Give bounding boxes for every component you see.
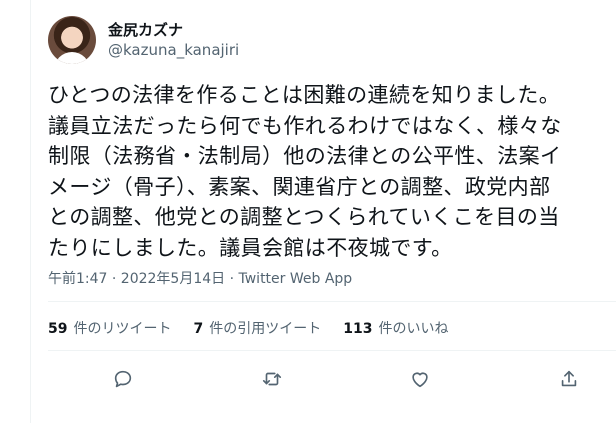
tweet-line: 制限（法務省・法制局）他の法律との公平性、法案イ <box>48 144 562 168</box>
share-icon <box>561 370 577 387</box>
tweet-text: ひとつの法律を作ることは困難の連続を知りました。 議員立法だったら何でも作れるわけ… <box>48 80 616 263</box>
reply-icon <box>114 370 132 388</box>
retweet-button[interactable] <box>255 362 289 396</box>
likes-label: 件のいいね <box>378 321 449 337</box>
likes-count: 113 <box>343 321 373 337</box>
tweet-timestamp[interactable]: 午前1:47 · 2022年5月14日 · Twitter Web App <box>48 268 352 288</box>
tweet-line: たりにしました。議員会館は不夜城です。 <box>48 235 453 260</box>
author-names: 金尻カズナ @kazuna_kanajiri <box>108 21 239 59</box>
divider <box>48 350 616 351</box>
tweet-stats: 59 件のリツイート 7 件の引用ツイート 113 件のいいね <box>48 318 470 338</box>
tweet-line: メージ（骨子）、素案、関連省庁との調整、政党内部 <box>48 174 551 199</box>
tweet-line: との調整、他党との調整とつくられていくこを目の当 <box>48 205 560 229</box>
retweets-count: 59 <box>48 321 68 337</box>
reply-button[interactable] <box>106 362 140 396</box>
quotes-count: 7 <box>193 321 204 337</box>
tweet-actions <box>106 362 586 396</box>
share-button[interactable] <box>552 362 586 396</box>
like-button[interactable] <box>403 362 437 396</box>
user-handle[interactable]: @kazuna_kanajiri <box>108 41 239 59</box>
quotes-label: 件の引用ツイート <box>209 321 322 337</box>
divider <box>48 301 616 302</box>
heart-icon <box>412 372 429 388</box>
retweets-label: 件のリツイート <box>73 321 172 337</box>
display-name[interactable]: 金尻カズナ <box>108 21 239 39</box>
avatar[interactable] <box>48 16 96 64</box>
tweet-line: ひとつの法律を作ることは困難の連続を知りました。 <box>48 83 561 107</box>
tweet-card: 金尻カズナ @kazuna_kanajiri ひとつの法律を作ることは困難の連続… <box>30 0 616 423</box>
retweets-stat[interactable]: 59 件のリツイート <box>48 318 171 338</box>
likes-stat[interactable]: 113 件のいいね <box>343 318 448 338</box>
retweet-icon <box>262 372 281 386</box>
quotes-stat[interactable]: 7 件の引用ツイート <box>193 318 321 338</box>
tweet-header: 金尻カズナ @kazuna_kanajiri <box>48 15 239 65</box>
tweet-line: 議員立法だったら何でも作れるわけではなく、様々な <box>48 113 562 138</box>
